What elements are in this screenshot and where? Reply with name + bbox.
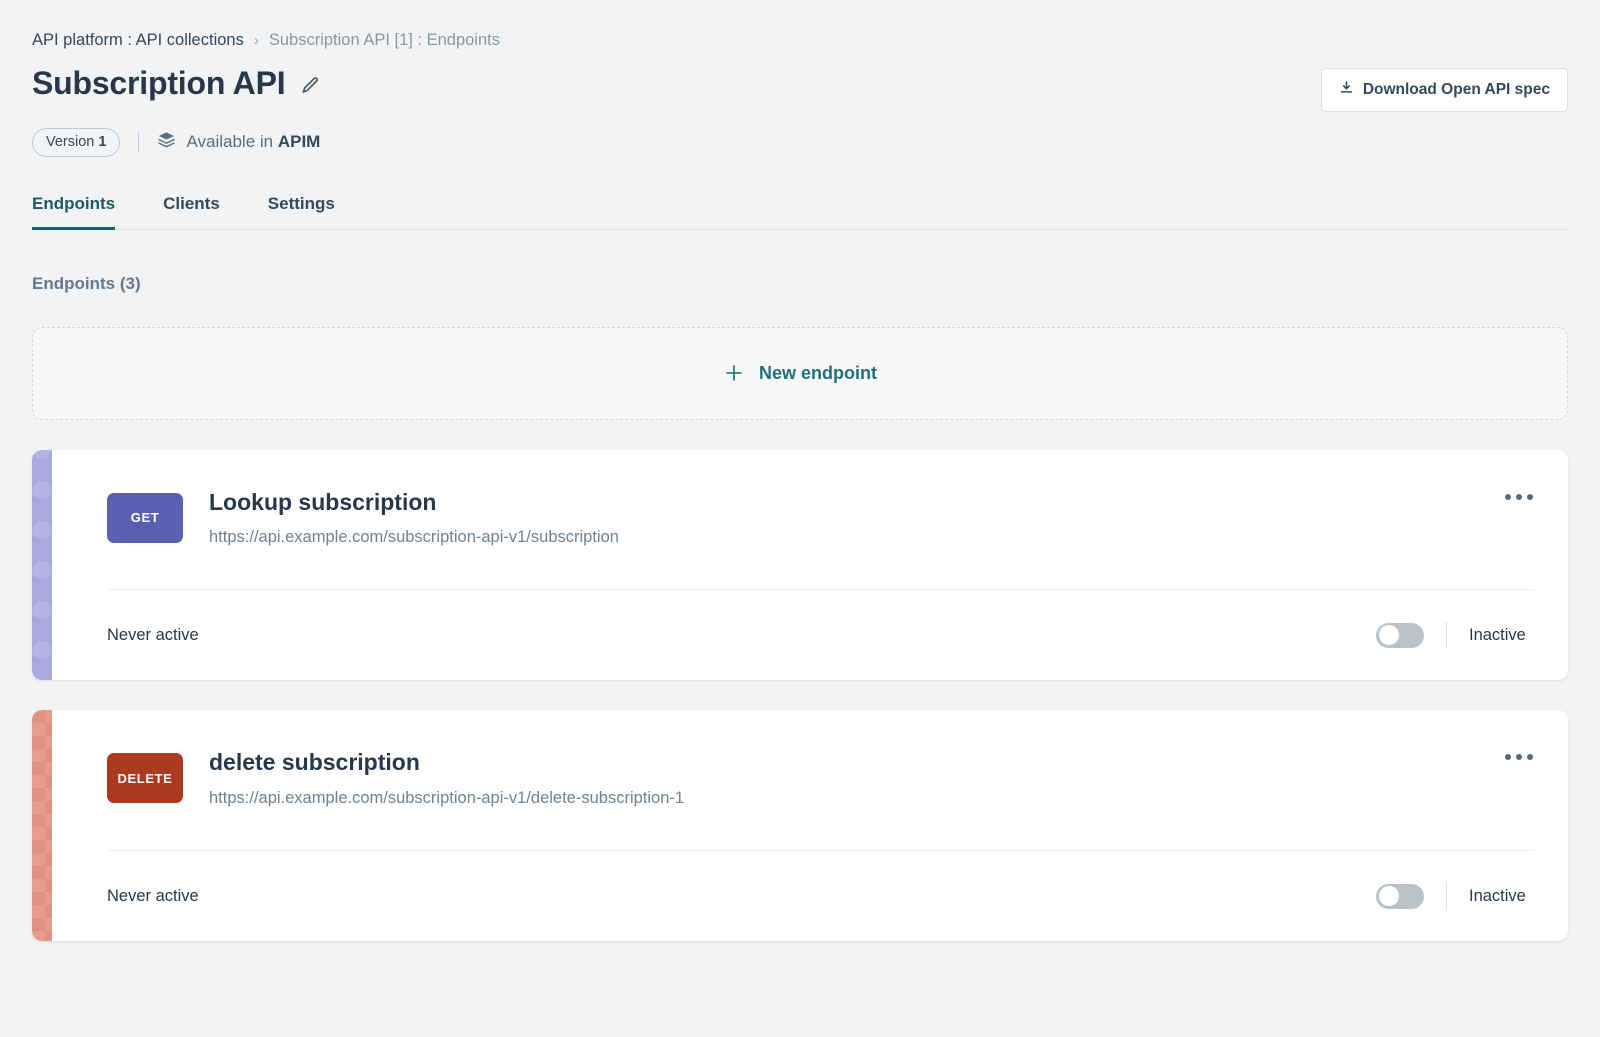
breadcrumb-current: Subscription API [1] : Endpoints: [269, 32, 500, 49]
endpoint-card-header: GET Lookup subscription https://api.exam…: [107, 450, 1535, 590]
layers-icon: [157, 130, 176, 154]
breadcrumb-root-link[interactable]: API platform : API collections: [32, 32, 244, 49]
endpoint-text-group: Lookup subscription https://api.example.…: [209, 488, 619, 548]
availability-target: APIM: [278, 132, 321, 151]
endpoint-card-header: DELETE delete subscription https://api.e…: [107, 710, 1535, 850]
endpoint-card[interactable]: DELETE delete subscription https://api.e…: [32, 710, 1568, 941]
version-badge-number: 1: [98, 134, 106, 150]
endpoint-name[interactable]: Lookup subscription: [209, 488, 619, 517]
availability-prefix: Available in: [186, 132, 277, 151]
endpoint-card-footer: Never active Inactive: [107, 589, 1535, 680]
endpoint-text-group: delete subscription https://api.example.…: [209, 748, 684, 808]
page-title: Subscription API: [32, 66, 285, 101]
tab-clients[interactable]: Clients: [163, 194, 220, 230]
endpoint-status-group: Inactive: [1376, 883, 1535, 909]
tab-bar: Endpoints Clients Settings: [32, 193, 1568, 230]
tab-endpoints[interactable]: Endpoints: [32, 194, 115, 230]
footer-divider: [1446, 622, 1447, 648]
method-badge: GET: [107, 493, 183, 543]
endpoints-section-title: Endpoints (3): [32, 274, 1568, 294]
tab-settings[interactable]: Settings: [268, 194, 335, 230]
breadcrumb-separator-icon: ›: [254, 33, 259, 48]
endpoint-method-strip: [32, 710, 52, 941]
endpoint-card-body: DELETE delete subscription https://api.e…: [52, 710, 1568, 941]
method-badge: DELETE: [107, 753, 183, 803]
endpoint-activity: Never active: [107, 887, 199, 906]
endpoint-card-footer: Never active Inactive: [107, 850, 1535, 941]
status-badge: Inactive: [1469, 887, 1535, 906]
endpoint-url: https://api.example.com/subscription-api…: [209, 528, 619, 547]
download-open-api-spec-button[interactable]: Download Open API spec: [1321, 68, 1568, 112]
new-endpoint-label: New endpoint: [759, 363, 877, 384]
pencil-icon[interactable]: [299, 75, 321, 97]
new-endpoint-button[interactable]: New endpoint: [32, 327, 1568, 420]
download-icon: [1339, 80, 1354, 100]
endpoint-active-toggle[interactable]: [1376, 623, 1424, 648]
endpoint-active-toggle[interactable]: [1376, 884, 1424, 909]
endpoint-url: https://api.example.com/subscription-api…: [209, 789, 684, 808]
endpoint-name[interactable]: delete subscription: [209, 748, 684, 777]
endpoint-method-strip: [32, 450, 52, 681]
page-title-group: Subscription API: [32, 66, 321, 101]
endpoint-card[interactable]: GET Lookup subscription https://api.exam…: [32, 450, 1568, 681]
header-meta-row: Version 1 Available in APIM: [32, 128, 1568, 157]
meta-divider: [138, 131, 139, 153]
version-badge-label: Version: [46, 134, 94, 150]
ellipsis-icon[interactable]: [1503, 748, 1535, 766]
status-badge: Inactive: [1469, 626, 1535, 645]
page-header: Subscription API Download Open API spec: [32, 66, 1568, 112]
plus-icon: [723, 362, 745, 384]
endpoint-activity: Never active: [107, 626, 199, 645]
availability-text: Available in APIM: [186, 132, 320, 152]
breadcrumb: API platform : API collections › Subscri…: [32, 0, 1568, 49]
download-open-api-spec-label: Download Open API spec: [1363, 81, 1550, 99]
app-page: API platform : API collections › Subscri…: [0, 0, 1600, 1037]
endpoint-status-group: Inactive: [1376, 622, 1535, 648]
availability-info: Available in APIM: [157, 130, 320, 154]
ellipsis-icon[interactable]: [1503, 488, 1535, 506]
version-badge: Version 1: [32, 128, 120, 157]
footer-divider: [1446, 883, 1447, 909]
endpoint-card-body: GET Lookup subscription https://api.exam…: [52, 450, 1568, 681]
